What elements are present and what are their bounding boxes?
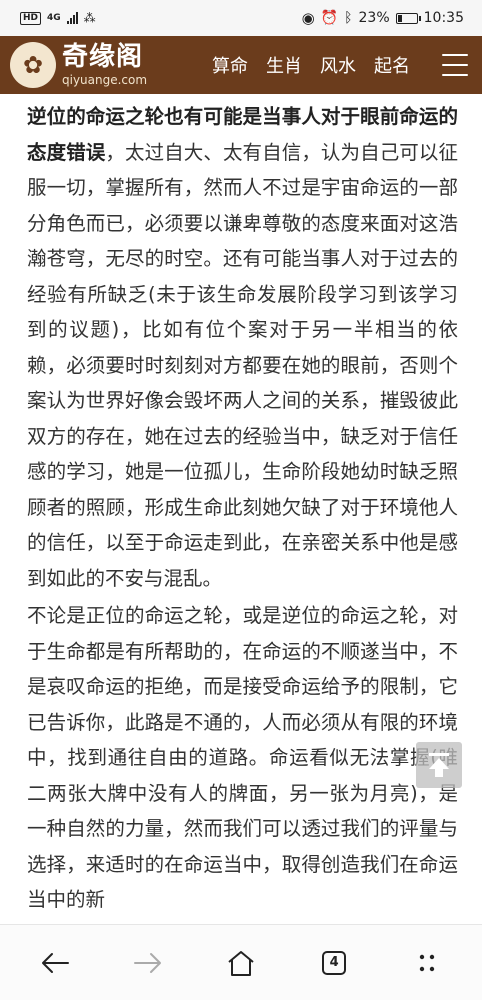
signal-icon xyxy=(66,12,78,24)
site-header: ✿ 奇缘阁 qiyuange.com 算命 生肖 风水 起名 xyxy=(0,36,482,94)
eye-icon: ◉ xyxy=(301,9,315,27)
clock: 10:35 xyxy=(423,10,464,26)
tabs-icon: 4 xyxy=(322,950,347,975)
nav-item-naming[interactable]: 起名 xyxy=(374,52,410,78)
battery-icon xyxy=(395,12,421,24)
logo-domain: qiyuange.com xyxy=(62,73,148,87)
logo-chinese: 奇缘阁 xyxy=(62,42,144,72)
tabs-button[interactable]: 4 xyxy=(310,939,358,987)
network-type: 4G xyxy=(47,13,61,23)
more-menu-button[interactable] xyxy=(403,939,451,987)
back-to-top-button[interactable] xyxy=(416,742,462,788)
nav-item-fengshui[interactable]: 风水 xyxy=(320,52,356,78)
home-icon xyxy=(228,950,254,976)
hd-badge: HD xyxy=(20,11,42,25)
status-bar: HD 4G ⁂ ◉ ⏰ ᛒ 23% 10:35 xyxy=(0,0,482,36)
back-to-top-icon xyxy=(429,753,449,777)
article-paragraph: 不论是正位的命运之轮，或是逆位的命运之轮，对于生命都是有所帮助的，在命运的不顺遂… xyxy=(27,604,458,911)
browser-bottom-bar: 4 xyxy=(0,924,482,1000)
nav-item-fortune[interactable]: 算命 xyxy=(212,52,248,78)
hamburger-menu-icon[interactable] xyxy=(442,54,468,76)
main-nav: 算命 生肖 风水 起名 xyxy=(212,52,410,78)
alarm-icon: ⏰ xyxy=(320,10,339,26)
arrow-right-icon xyxy=(133,952,161,973)
paragraph-text: ，太过自大、太有自信，认为自己可以征服一切，掌握所有，然而人不过是宇宙命运的一部… xyxy=(27,140,458,590)
logo-text: 奇缘阁 qiyuange.com xyxy=(62,44,147,86)
article-content: 逆位的命运之轮也有可能是当事人对于眼前命运的态度错误，太过自大、太有自信，认为自… xyxy=(0,94,482,924)
forward-button[interactable] xyxy=(124,939,172,987)
status-right: ◉ ⏰ ᛒ 23% 10:35 xyxy=(302,9,464,27)
article-paragraph: 逆位的命运之轮也有可能是当事人对于眼前命运的态度错误，太过自大、太有自信，认为自… xyxy=(27,99,458,596)
bluetooth-icon: ᛒ xyxy=(344,10,353,26)
home-button[interactable] xyxy=(217,939,265,987)
wifi-hotspot-icon: ⁂ xyxy=(83,11,96,25)
site-logo[interactable]: ✿ 奇缘阁 qiyuange.com xyxy=(10,42,180,88)
back-button[interactable] xyxy=(31,939,79,987)
nav-item-zodiac[interactable]: 生肖 xyxy=(266,52,302,78)
more-dots-icon xyxy=(420,954,435,971)
logo-emblem-icon: ✿ xyxy=(10,42,56,88)
arrow-left-icon xyxy=(41,952,69,973)
status-left: HD 4G ⁂ xyxy=(20,11,96,25)
battery-percent: 23% xyxy=(358,10,390,26)
